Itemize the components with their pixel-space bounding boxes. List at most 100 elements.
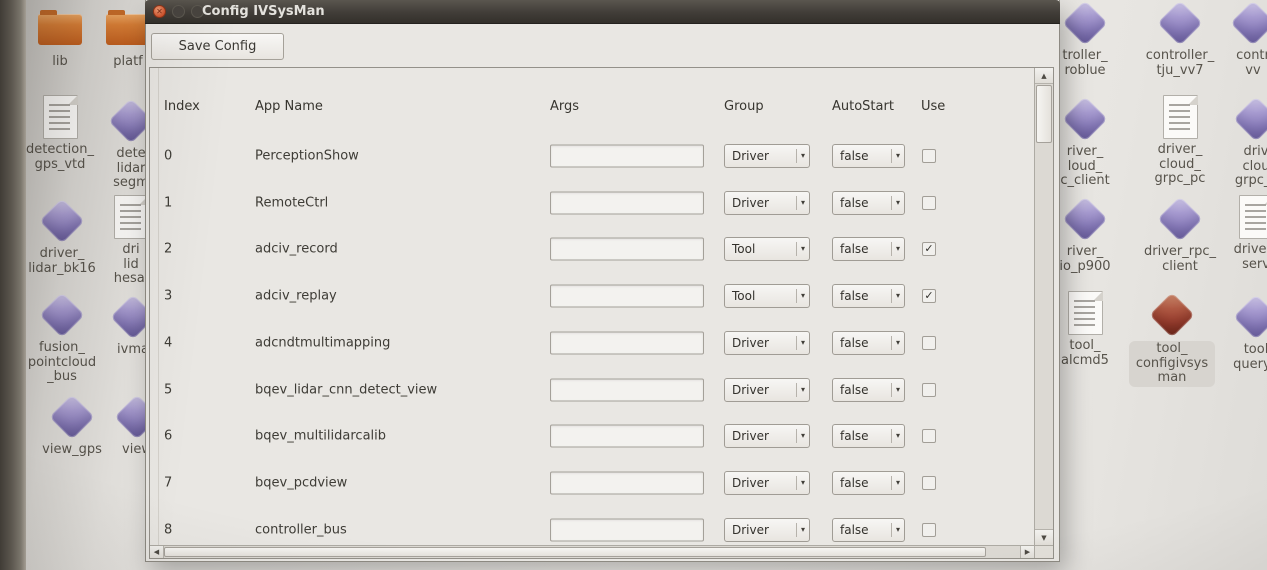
group-dropdown[interactable]: Driver▾ — [724, 518, 810, 542]
autostart-value: false — [840, 523, 891, 537]
icon-glyph-wrap — [1164, 0, 1196, 46]
icon-glyph-wrap — [43, 94, 78, 140]
icon-label-line: platf — [113, 55, 143, 70]
desktop-icon-contr-vv[interactable]: contrvv — [1198, 0, 1267, 78]
icon-label-line: tool_ — [1156, 342, 1187, 357]
desktop-icon-driver-serv[interactable]: driver_serv — [1201, 194, 1267, 272]
autostart-dropdown[interactable]: false ▾ — [832, 237, 905, 261]
dropdown-separator — [796, 149, 797, 163]
use-checkbox[interactable] — [922, 196, 936, 210]
save-config-button[interactable]: Save Config — [151, 33, 284, 60]
icon-label: drilidhesai — [114, 243, 149, 287]
use-checkbox[interactable] — [922, 336, 936, 350]
args-input[interactable] — [550, 284, 704, 307]
icon-label-line: segm — [113, 176, 149, 191]
table-row: 8controller_busDriver▾false▾ — [150, 506, 1033, 545]
table-row: 1RemoteCtrlDriver▾false▾ — [150, 179, 1033, 226]
row-index: 6 — [164, 428, 172, 443]
dropdown-separator — [891, 523, 892, 537]
close-button[interactable]: ✕ — [153, 5, 166, 18]
autostart-dropdown[interactable]: false▾ — [832, 191, 905, 215]
folder-icon — [106, 14, 150, 45]
group-dropdown[interactable]: Driver▾ — [724, 424, 810, 448]
icon-label-line: queryn — [1233, 358, 1267, 373]
icon-label-line: configivsys — [1136, 357, 1208, 372]
desktop-icon-driv-clou-grpc-s[interactable]: drivclougrpc_s — [1201, 96, 1267, 189]
table-row: 4adcndtmultimappingDriver▾false▾ — [150, 319, 1033, 366]
chevron-down-icon: ▾ — [801, 478, 805, 487]
args-input[interactable] — [550, 471, 704, 494]
group-dropdown[interactable]: Driver▾ — [724, 378, 810, 402]
autostart-value: false — [840, 242, 891, 256]
autostart-value: false — [840, 429, 891, 443]
chevron-down-icon: ▾ — [801, 151, 805, 160]
dropdown-separator — [796, 476, 797, 490]
icon-label-line: _bus — [47, 370, 77, 385]
autostart-dropdown[interactable]: false▾ — [832, 284, 905, 308]
icon-glyph-wrap — [46, 292, 78, 338]
use-checkbox[interactable] — [922, 476, 936, 490]
chevron-down-icon: ▾ — [896, 291, 900, 300]
autostart-dropdown[interactable]: false▾ — [832, 378, 905, 402]
row-index: 8 — [164, 522, 172, 537]
args-input[interactable] — [550, 144, 704, 167]
autostart-dropdown[interactable]: false▾ — [832, 471, 905, 495]
titlebar[interactable]: ✕ Config IVSysMan — [145, 0, 1060, 24]
args-input[interactable] — [550, 518, 704, 541]
horizontal-scroll-thumb[interactable] — [164, 547, 986, 557]
scroll-up-icon[interactable]: ▲ — [1035, 68, 1053, 84]
use-checkbox[interactable]: ✓ — [922, 289, 936, 303]
dropdown-separator — [796, 429, 797, 443]
scroll-left-icon[interactable]: ◀ — [150, 546, 164, 558]
diamond-icon — [1062, 0, 1107, 45]
icon-glyph-wrap — [1069, 196, 1101, 242]
scroll-down-icon[interactable]: ▼ — [1035, 529, 1053, 545]
desktop-icon-tool-queryn[interactable]: toolqueryn — [1201, 294, 1267, 372]
vertical-scrollbar[interactable]: ▲ ▼ — [1034, 68, 1053, 545]
group-dropdown[interactable]: Tool▾ — [724, 284, 810, 308]
args-input[interactable] — [550, 331, 704, 354]
group-value: Driver — [732, 336, 796, 350]
group-value: Tool — [732, 289, 796, 303]
group-dropdown[interactable]: Driver▾ — [724, 144, 810, 168]
row-app-name: PerceptionShow — [255, 148, 359, 163]
args-input[interactable] — [550, 237, 704, 260]
autostart-dropdown[interactable]: false ▾ — [832, 518, 905, 542]
autostart-dropdown[interactable]: false▾ — [832, 424, 905, 448]
icon-label: tool_alcmd5 — [1061, 339, 1109, 368]
chevron-down-icon: ▾ — [896, 198, 900, 207]
use-checkbox[interactable] — [922, 149, 936, 163]
use-checkbox[interactable] — [922, 429, 936, 443]
use-checkbox[interactable]: ✓ — [922, 242, 936, 256]
group-dropdown[interactable]: Driver▾ — [724, 191, 810, 215]
use-checkbox[interactable] — [922, 383, 936, 397]
autostart-dropdown[interactable]: false▾ — [832, 144, 905, 168]
document-icon — [114, 195, 149, 239]
vertical-scroll-thumb[interactable] — [1036, 85, 1052, 143]
dropdown-separator — [796, 336, 797, 350]
minimize-button[interactable] — [172, 5, 185, 18]
icon-label: driver_serv — [1234, 243, 1267, 272]
icon-glyph-wrap — [1068, 290, 1103, 336]
autostart-value: false — [840, 476, 891, 490]
use-checkbox[interactable] — [922, 523, 936, 537]
icon-label: troller_roblue — [1062, 49, 1107, 78]
chevron-down-icon: ▾ — [896, 244, 900, 253]
group-value: Driver — [732, 196, 796, 210]
args-input[interactable] — [550, 424, 704, 447]
dropdown-separator — [891, 476, 892, 490]
autostart-dropdown[interactable]: false▾ — [832, 331, 905, 355]
scroll-right-icon[interactable]: ▶ — [1020, 546, 1034, 558]
chevron-down-icon: ▾ — [896, 338, 900, 347]
chevron-down-icon: ▾ — [896, 525, 900, 534]
horizontal-scrollbar[interactable]: ◀ ▶ — [150, 545, 1034, 558]
icon-glyph-wrap — [1239, 194, 1267, 240]
args-input[interactable] — [550, 378, 704, 401]
row-index: 4 — [164, 335, 172, 350]
group-dropdown[interactable]: Tool▾ — [724, 237, 810, 261]
group-dropdown[interactable]: Driver▾ — [724, 331, 810, 355]
icon-label-line: pointcloud — [28, 356, 96, 371]
group-dropdown[interactable]: Driver▾ — [724, 471, 810, 495]
group-value: Driver — [732, 523, 796, 537]
args-input[interactable] — [550, 191, 704, 214]
